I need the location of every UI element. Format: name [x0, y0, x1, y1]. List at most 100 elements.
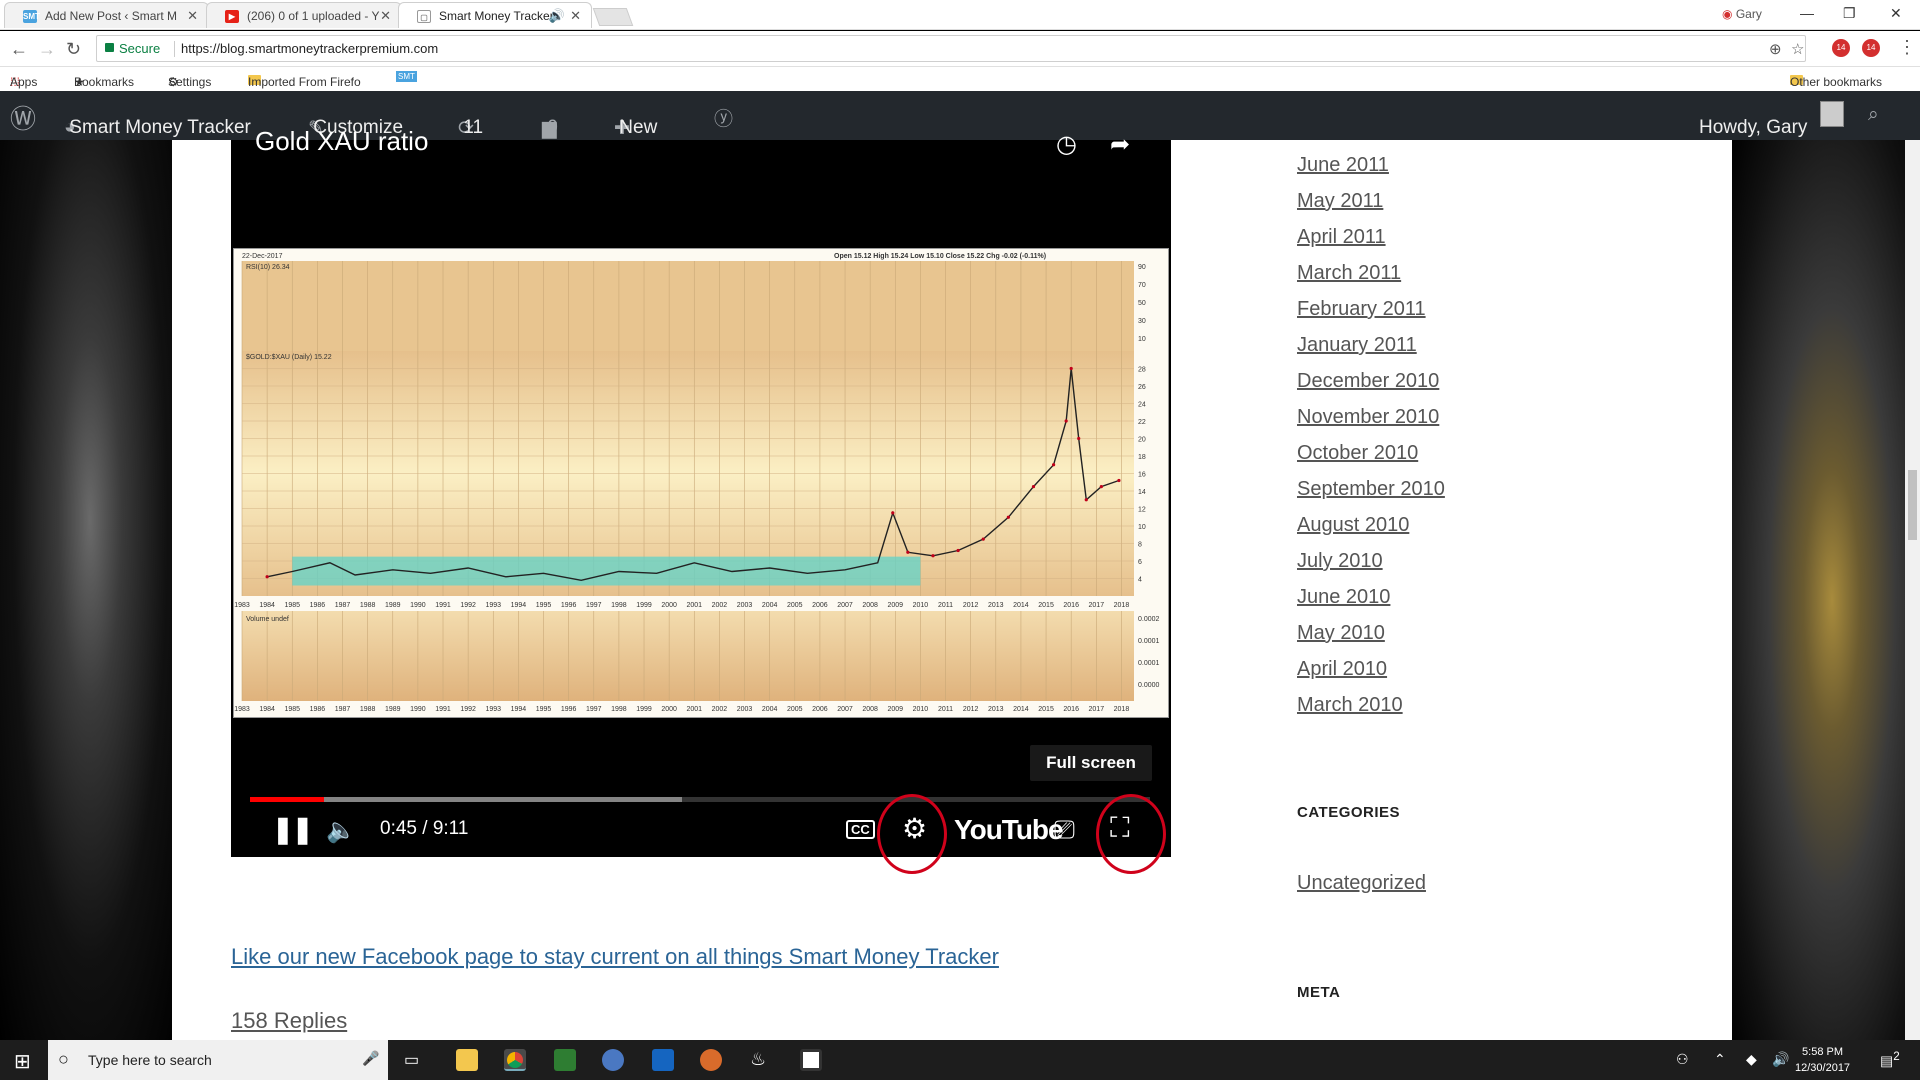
y-tick-label: 70	[1138, 282, 1146, 289]
adblock-extension-icon[interactable]: 14	[1862, 39, 1880, 57]
y-tick-label: 20	[1138, 437, 1146, 444]
replies-link[interactable]: 158 Replies	[231, 1008, 347, 1034]
close-window-icon[interactable]: ✕	[1890, 5, 1902, 22]
x-tick-label: 2002	[712, 706, 728, 713]
calculator-icon[interactable]	[800, 1049, 822, 1071]
wordpress-logo-icon[interactable]: Ⓦ	[10, 99, 36, 136]
video-progress-bar[interactable]	[250, 797, 1150, 802]
close-tab-icon[interactable]: ✕	[380, 8, 391, 24]
updates-menu[interactable]: ⟳ 11	[458, 104, 483, 139]
archive-link[interactable]: March 2010	[1297, 694, 1403, 717]
archive-link[interactable]: June 2010	[1297, 586, 1390, 609]
forward-icon[interactable]: →	[38, 39, 56, 60]
x-tick-label: 1987	[335, 602, 351, 609]
reload-icon[interactable]: ↻	[66, 39, 81, 60]
new-tab-button[interactable]	[592, 8, 634, 26]
paint-app-icon[interactable]	[602, 1049, 624, 1071]
flame-app-icon[interactable]: ♨	[750, 1049, 772, 1071]
bookmark-label: Settings	[168, 75, 212, 89]
windows-start-icon[interactable]: ⊞	[14, 1049, 31, 1074]
address-bar[interactable]: Secure https://blog.smartmoneytrackerpre…	[96, 35, 1806, 62]
smt-bookmark[interactable]: SMT	[396, 71, 417, 82]
archive-link[interactable]: June 2011	[1297, 154, 1389, 177]
profile-button[interactable]: ◉ Gary	[1722, 7, 1762, 21]
archive-link[interactable]: December 2010	[1297, 370, 1439, 393]
price-point	[1069, 366, 1073, 371]
avatar[interactable]	[1820, 101, 1844, 127]
x-tick-label: 1992	[460, 706, 476, 713]
archive-link[interactable]: February 2011	[1297, 298, 1426, 321]
zoom-icon[interactable]: ⊕	[1769, 40, 1782, 58]
cortana-icon: ○	[58, 1049, 69, 1069]
price-point	[1117, 478, 1121, 483]
x-tick-label: 2008	[862, 602, 878, 609]
minimize-icon[interactable]: —	[1800, 5, 1814, 21]
back-icon[interactable]: ←	[10, 39, 28, 60]
audio-icon[interactable]: 🔊	[549, 8, 565, 24]
scrollbar-thumb[interactable]	[1908, 470, 1917, 540]
price-point	[931, 554, 935, 558]
archive-link[interactable]: May 2010	[1297, 622, 1385, 645]
archive-link[interactable]: August 2010	[1297, 514, 1409, 537]
pause-button[interactable]: ❚❚	[272, 814, 314, 845]
archive-link[interactable]: November 2010	[1297, 406, 1439, 429]
tab-smart-money-tracker[interactable]: ▢ Smart Money Tracker 🔊 ✕	[398, 2, 592, 28]
close-tab-icon[interactable]: ✕	[570, 8, 581, 24]
extension-icon[interactable]: 14	[1832, 39, 1850, 57]
yoast-seo-icon[interactable]: ⓨ	[714, 104, 733, 131]
archive-link[interactable]: January 2011	[1297, 334, 1417, 357]
comments-menu[interactable]: ▆ 0	[542, 104, 558, 139]
close-tab-icon[interactable]: ✕	[187, 8, 198, 24]
y-tick-label: 90	[1138, 264, 1146, 271]
outlook-icon[interactable]	[652, 1049, 674, 1071]
y-tick-label: 4	[1138, 577, 1142, 584]
archive-link[interactable]: July 2010	[1297, 550, 1383, 573]
customize-menu[interactable]: ✎ Customize	[308, 104, 403, 139]
address-toolbar: ← → ↻ Secure https://blog.smartmoneytrac…	[0, 31, 1920, 67]
menu-icon[interactable]: ⋮	[1898, 37, 1916, 58]
watch-later-icon[interactable]: ◷	[1056, 130, 1086, 158]
archive-link[interactable]: September 2010	[1297, 478, 1445, 501]
archive-link[interactable]: October 2010	[1297, 442, 1418, 465]
volume-icon[interactable]: 🔈	[326, 816, 356, 845]
y-tick-label: 0.0001	[1138, 638, 1160, 645]
cast-icon[interactable]: ⎚	[1054, 814, 1075, 846]
archive-link[interactable]: May 2011	[1297, 190, 1383, 213]
category-link[interactable]: Uncategorized	[1297, 872, 1426, 895]
share-icon[interactable]: ➦	[1110, 130, 1140, 158]
page-scrollbar[interactable]	[1905, 140, 1920, 1040]
microphone-icon[interactable]: 🎤	[362, 1050, 379, 1067]
x-tick-label: 2014	[1013, 706, 1029, 713]
archive-link[interactable]: April 2010	[1297, 658, 1387, 681]
volume-tray-icon[interactable]: 🔊	[1772, 1051, 1789, 1068]
captions-button[interactable]: CC	[846, 820, 875, 839]
facebook-link[interactable]: Like our new Facebook page to stay curre…	[231, 944, 999, 970]
task-view-icon[interactable]: ▭	[404, 1050, 419, 1070]
annotation-circle-settings	[877, 794, 947, 874]
action-center-icon[interactable]: ▤2	[1880, 1050, 1900, 1070]
dropbox-icon[interactable]: ◆	[1746, 1051, 1757, 1068]
tray-overflow-icon[interactable]: ⌃	[1714, 1051, 1726, 1068]
x-tick-label: 1995	[536, 602, 552, 609]
secure-label: Secure	[119, 41, 161, 56]
youtube-logo[interactable]: YouTube	[954, 814, 1064, 846]
archive-link[interactable]: April 2011	[1297, 226, 1386, 249]
video-title[interactable]: Gold XAU ratio	[255, 126, 428, 154]
archive-link[interactable]: March 2011	[1297, 262, 1401, 285]
photos-app-icon[interactable]	[700, 1049, 722, 1071]
taskbar-search-box[interactable]: ○ Type here to search 🎤	[48, 1040, 388, 1080]
file-explorer-icon[interactable]	[456, 1049, 478, 1071]
new-content-menu[interactable]: ✚ New	[614, 104, 657, 139]
people-icon[interactable]: ⚇	[1676, 1051, 1689, 1068]
system-clock[interactable]: 5:58 PM 12/30/2017	[1795, 1044, 1850, 1076]
tab-add-new-post[interactable]: SMT Add New Post ‹ Smart M ✕	[4, 2, 209, 28]
restore-icon[interactable]: ❐	[1843, 5, 1856, 22]
url-text[interactable]: https://blog.smartmoneytrackerpremium.co…	[181, 41, 438, 56]
search-icon[interactable]: ⌕	[1868, 104, 1879, 126]
chart-app-icon[interactable]	[554, 1049, 576, 1071]
site-name-menu[interactable]: ◕ Smart Money Tracker	[64, 104, 251, 138]
bookmark-star-icon[interactable]: ☆	[1791, 40, 1804, 58]
howdy-label: Howdy, Gary	[1699, 117, 1808, 138]
tab-youtube-upload[interactable]: ▶ (206) 0 of 1 uploaded - Y ✕	[206, 2, 402, 28]
chrome-icon[interactable]	[504, 1049, 526, 1071]
